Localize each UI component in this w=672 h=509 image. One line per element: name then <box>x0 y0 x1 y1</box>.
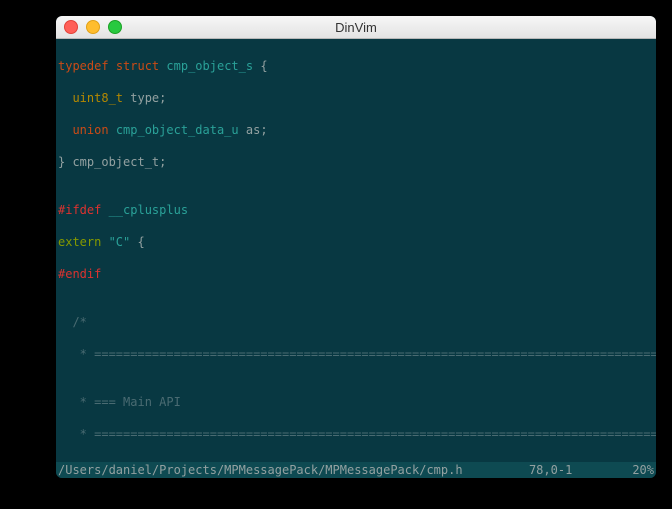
window-title: DinVim <box>56 20 656 35</box>
code-line: } cmp_object_t; <box>58 154 654 170</box>
titlebar: DinVim <box>56 16 656 39</box>
code-line: #endif <box>58 266 654 282</box>
code-line: #ifdef __cplusplus <box>58 202 654 218</box>
code-line: union cmp_object_data_u as; <box>58 122 654 138</box>
code-line: uint8_t type; <box>58 90 654 106</box>
editor-viewport[interactable]: typedef struct cmp_object_s { uint8_t ty… <box>56 38 656 462</box>
code-line: extern "C" { <box>58 234 654 250</box>
app-window: DinVim typedef struct cmp_object_s { uin… <box>56 16 656 478</box>
code-line: typedef struct cmp_object_s { <box>58 58 654 74</box>
status-cursor-position: 78,0-1 <box>529 462 572 478</box>
status-file-path: /Users/daniel/Projects/MPMessagePack/MPM… <box>58 462 463 478</box>
code-line: /* <box>58 314 654 330</box>
code-line: * === Main API <box>58 394 654 410</box>
code-line: * ======================================… <box>58 426 654 442</box>
status-scroll-percent: 20% <box>632 462 654 478</box>
status-bar: /Users/daniel/Projects/MPMessagePack/MPM… <box>56 462 656 478</box>
code-line: * ======================================… <box>58 346 654 362</box>
